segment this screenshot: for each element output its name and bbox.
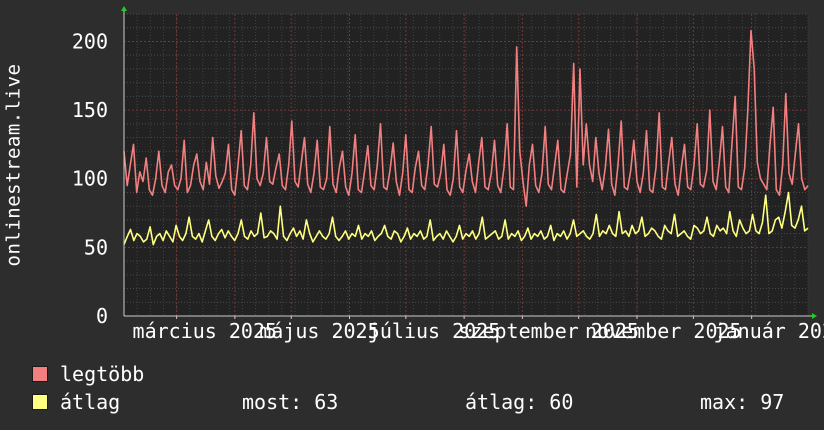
y-tick-label: 150 <box>72 98 108 122</box>
stat-maximum: max: 97 <box>700 390 785 414</box>
y-axis-label: onlinestream.live <box>0 0 26 330</box>
legend-swatch-max <box>32 366 48 382</box>
x-tick-label: március 2025 <box>133 319 278 343</box>
legend-item-avg: átlag <box>32 390 120 414</box>
legend-label-avg: átlag <box>60 390 121 414</box>
x-tick-labels: március 2025május 2025július 2025szeptem… <box>133 319 824 343</box>
legend-item-max: legtöbb <box>32 362 144 386</box>
y-tick-labels: 0 50 100 150 200 <box>72 29 108 328</box>
y-tick-label: 100 <box>72 167 108 191</box>
line-chart: 0 50 100 150 200 március 2025május 2025júliu… <box>72 6 824 343</box>
stat-average: átlag: 60 <box>465 390 574 414</box>
y-tick-label: 200 <box>72 29 108 53</box>
stat-current: most: 63 <box>242 390 339 414</box>
x-tick-label: május 2025 <box>259 319 379 343</box>
legend-label-max: legtöbb <box>60 362 145 386</box>
y-tick-label: 50 <box>84 235 108 259</box>
y-axis-label-text: onlinestream.live <box>2 63 24 267</box>
legend-swatch-avg <box>32 394 48 410</box>
y-tick-label: 0 <box>96 304 108 328</box>
y-axis-arrow <box>121 6 127 11</box>
x-tick-label: január 2026 <box>714 319 824 343</box>
